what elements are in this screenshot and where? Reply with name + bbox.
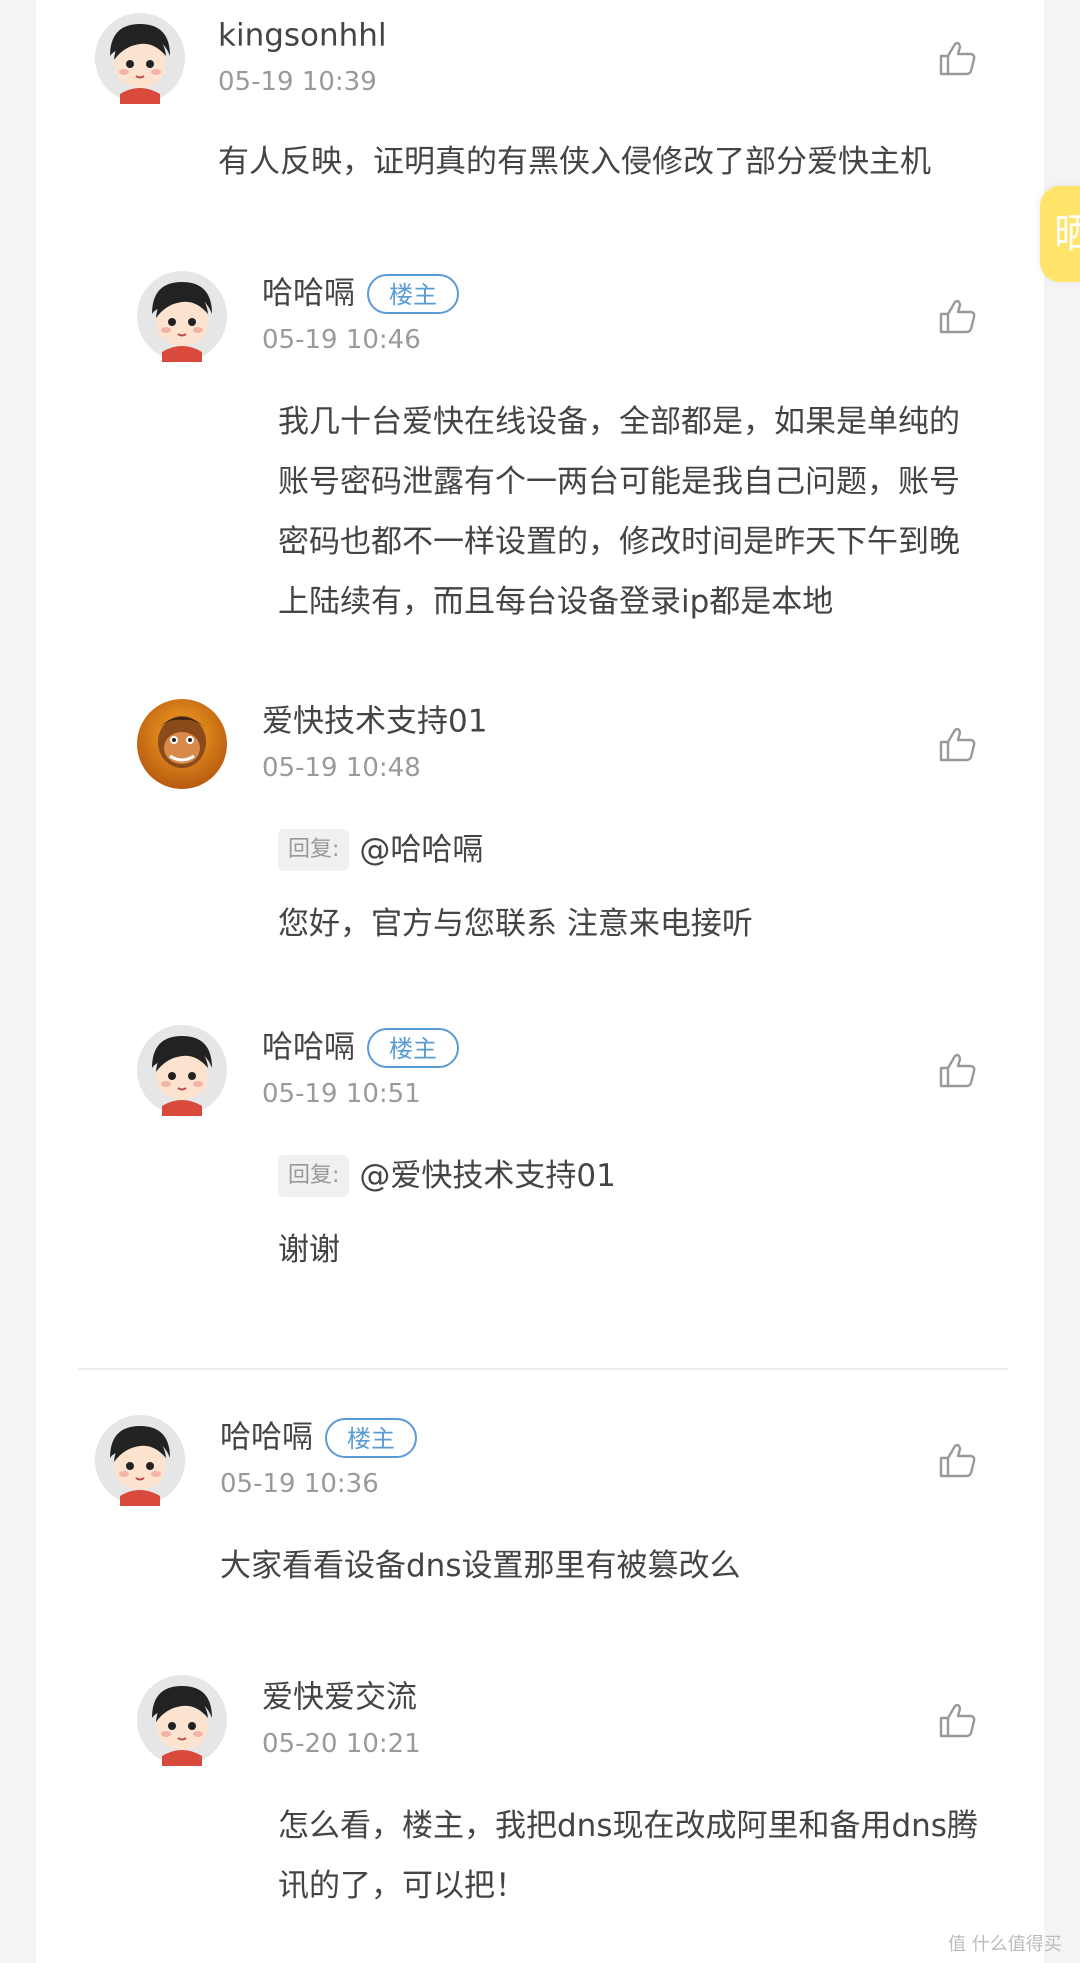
op-badge: 楼主 xyxy=(325,1417,417,1458)
avatar[interactable] xyxy=(136,270,228,362)
comment-time: 05-19 10:36 xyxy=(220,1469,379,1499)
comment-text: 谢谢 xyxy=(278,1232,340,1268)
like-icon[interactable] xyxy=(936,36,980,80)
avatar[interactable] xyxy=(136,698,228,790)
comment-text: 您好，官方与您联系 注意来电接听 xyxy=(278,906,753,942)
site-watermark: 值 什么值得买 xyxy=(948,1934,1062,1955)
comment-time: 05-19 10:48 xyxy=(262,753,421,783)
op-badge: 楼主 xyxy=(367,273,459,314)
reply-reference: 回复: @哈哈嗝 xyxy=(278,828,483,871)
comment-username[interactable]: 爱快技术支持01 xyxy=(262,700,487,742)
comment-username[interactable]: 哈哈嗝 楼主 xyxy=(262,1026,459,1068)
avatar[interactable] xyxy=(94,12,186,104)
comment-text: 有人反映，证明真的有黑侠入侵修改了部分爱快主机 xyxy=(218,144,931,180)
avatar[interactable] xyxy=(136,1024,228,1116)
comment-username[interactable]: 哈哈嗝 楼主 xyxy=(220,1416,417,1458)
comment-username[interactable]: kingsonhhl xyxy=(218,14,387,56)
op-badge: 楼主 xyxy=(367,1027,459,1068)
comment-text: 大家看看设备dns设置那里有被篡改么 xyxy=(220,1548,741,1584)
like-icon[interactable] xyxy=(936,294,980,338)
comment-time: 05-19 10:46 xyxy=(262,325,421,355)
comment-text: 怎么看，楼主，我把dns现在改成阿里和备用dns腾讯的了，可以把！ xyxy=(278,1808,978,1904)
reply-target-user[interactable]: @爱快技术支持01 xyxy=(359,1158,615,1194)
like-icon[interactable] xyxy=(936,1048,980,1092)
comment-username[interactable]: 爱快爱交流 xyxy=(262,1676,417,1718)
share-order-label: 晒 xyxy=(1054,211,1080,257)
comment-time: 05-20 10:21 xyxy=(262,1729,421,1759)
comment-text: 我几十台爱快在线设备，全部都是，如果是单纯的账号密码泄露有个一两台可能是我自己问… xyxy=(278,404,960,620)
comment-time: 05-19 10:39 xyxy=(218,67,377,97)
comment-username[interactable]: 哈哈嗝 楼主 xyxy=(262,272,459,314)
like-icon[interactable] xyxy=(936,1698,980,1742)
avatar[interactable] xyxy=(94,1414,186,1506)
reply-reference: 回复: @爱快技术支持01 xyxy=(278,1154,616,1197)
reply-tag: 回复: xyxy=(278,828,350,871)
like-icon[interactable] xyxy=(936,1438,980,1482)
like-icon[interactable] xyxy=(936,722,980,766)
thread-divider xyxy=(78,1368,1008,1370)
share-order-tab[interactable]: 晒 xyxy=(1040,186,1080,282)
avatar[interactable] xyxy=(136,1674,228,1766)
reply-target-user[interactable]: @哈哈嗝 xyxy=(359,832,483,868)
reply-tag: 回复: xyxy=(278,1154,350,1197)
comment-time: 05-19 10:51 xyxy=(262,1079,421,1109)
